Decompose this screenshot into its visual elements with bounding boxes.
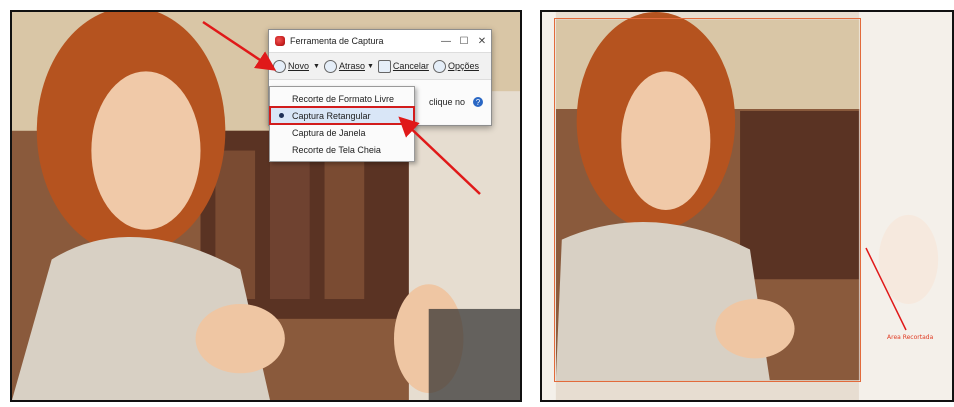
new-button-label: Novo — [288, 61, 310, 71]
title-bar[interactable]: Ferramenta de Captura — ☐ ✕ — [269, 30, 491, 53]
options-button[interactable]: Opções — [432, 59, 479, 73]
figure: Ferramenta de Captura — ☐ ✕ Novo ▼ Atras… — [0, 0, 954, 407]
new-dropdown-arrow[interactable]: ▼ — [313, 63, 320, 70]
gear-icon — [432, 59, 446, 73]
minimize-button[interactable]: — — [437, 36, 455, 47]
instruction-text: clique no — [428, 97, 465, 107]
menu-item-rectangular[interactable]: Captura Retangular — [269, 106, 415, 125]
menu-item-free-form[interactable]: Recorte de Formato Livre — [270, 90, 414, 107]
close-button[interactable]: ✕ — [473, 36, 491, 47]
new-button[interactable]: Novo — [273, 59, 310, 73]
options-button-label: Opções — [447, 61, 479, 71]
new-snip-icon — [273, 59, 286, 73]
selection-rectangle — [554, 18, 861, 382]
chevron-down-icon: ▼ — [366, 62, 374, 70]
scissors-icon — [275, 36, 285, 46]
cancel-button[interactable]: Cancelar — [377, 59, 429, 73]
menu-item-label: Recorte de Formato Livre — [292, 93, 395, 104]
menu-item-full-screen[interactable]: Recorte de Tela Cheia — [270, 141, 414, 158]
toolbar: Novo ▼ Atraso ▼ Cancelar Opções — [269, 53, 491, 80]
window-title: Ferramenta de Captura — [290, 36, 384, 46]
menu-item-label: Recorte de Tela Cheia — [292, 144, 381, 155]
area-annotation-label: Area Recortada — [887, 334, 934, 341]
menu-item-label: Captura Retangular — [292, 110, 371, 121]
maximize-button[interactable]: ☐ — [455, 36, 473, 47]
clock-icon — [323, 59, 337, 73]
delay-button[interactable]: Atraso ▼ — [323, 59, 374, 73]
selected-bullet-icon — [279, 113, 284, 118]
help-icon[interactable]: ? — [473, 97, 483, 107]
delay-button-label: Atraso — [338, 61, 365, 71]
snip-mode-menu: Recorte de Formato Livre Captura Retangu… — [269, 86, 415, 162]
menu-item-label: Captura de Janela — [292, 127, 366, 138]
cancel-button-label: Cancelar — [392, 61, 429, 71]
menu-item-window[interactable]: Captura de Janela — [270, 124, 414, 141]
cancel-icon — [377, 59, 391, 73]
